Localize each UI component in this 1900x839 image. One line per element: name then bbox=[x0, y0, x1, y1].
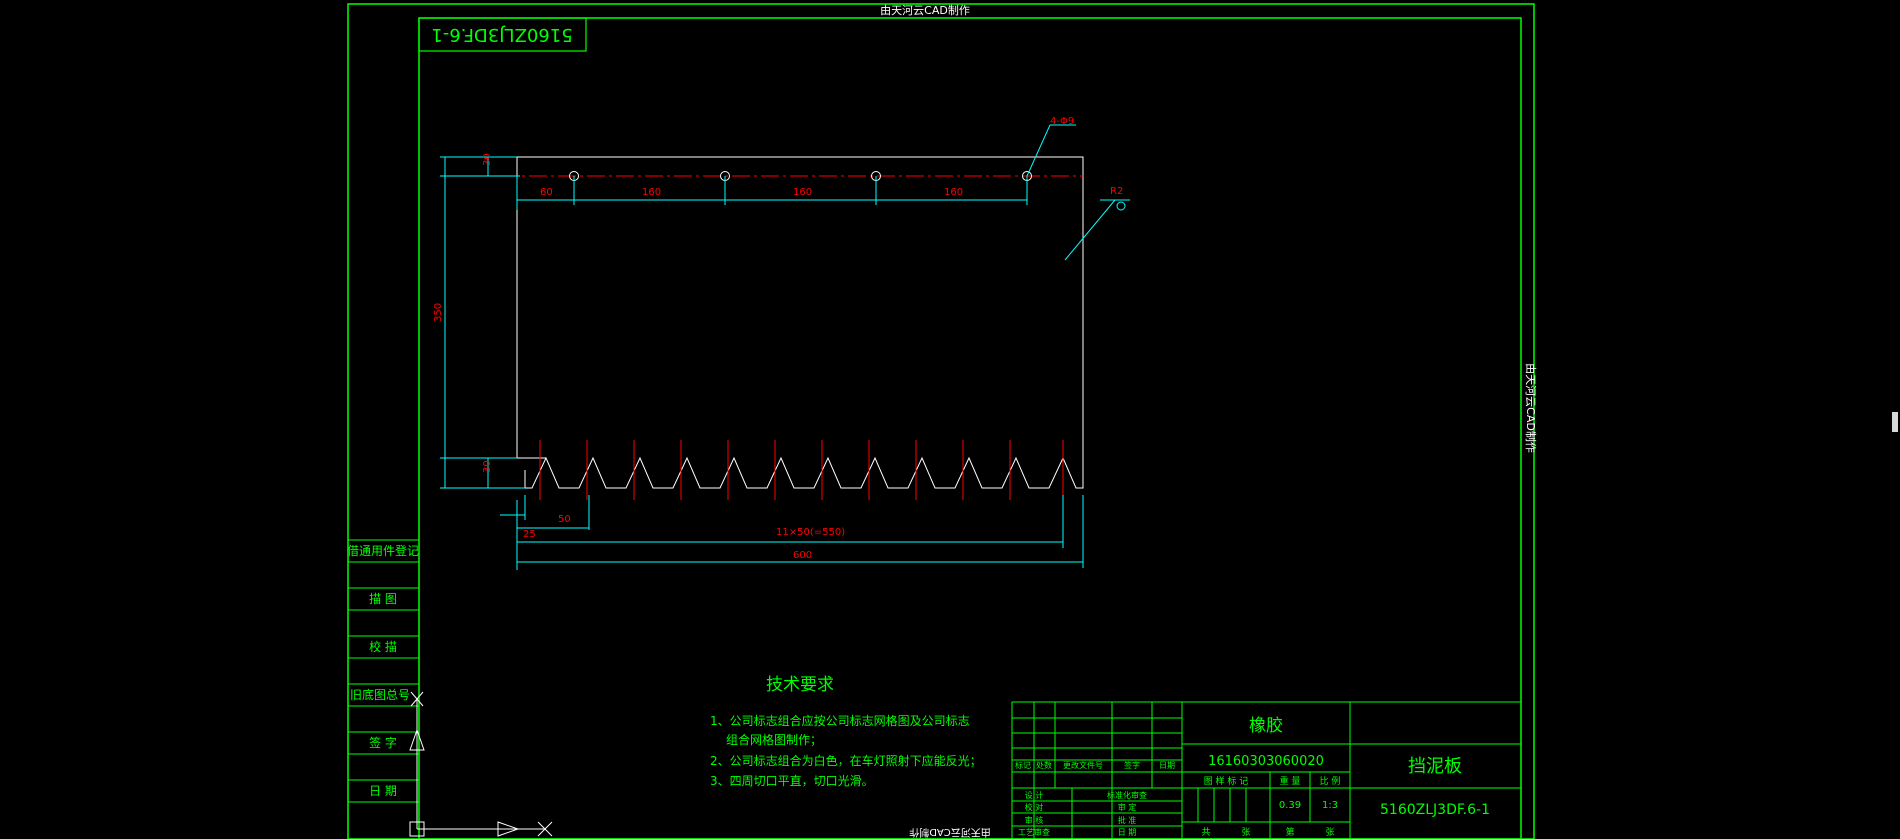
side-label-5: 签 字 bbox=[369, 735, 397, 750]
title-weight: 0.39 bbox=[1279, 800, 1301, 811]
title-sheet-total: 共 bbox=[1201, 827, 1210, 838]
rev-header-1: 标记 bbox=[1015, 760, 1031, 770]
dim-offset-first-hole: 60 bbox=[540, 187, 553, 198]
rev-header-4: 签字 bbox=[1124, 760, 1140, 770]
callout-holes: 4-Φ9 bbox=[1050, 116, 1074, 127]
side-panel: 借通用件登记 描 图 校 描 旧底图总号 签 字 日 期 bbox=[347, 539, 420, 839]
dim-pitch-2: 160 bbox=[793, 187, 812, 198]
side-label-3: 校 描 bbox=[369, 639, 397, 654]
side-label-1: 借通用件登记 bbox=[347, 543, 419, 558]
dim-height: 350 bbox=[433, 303, 444, 322]
rev-header-2: 处数 bbox=[1036, 760, 1052, 770]
dim-teeth-span: 11×50(=550) bbox=[776, 527, 845, 538]
tech-title: 技术要求 bbox=[766, 675, 834, 695]
title-scale: 1:3 bbox=[1322, 800, 1338, 811]
title-sheet-word2: 张 bbox=[1325, 827, 1334, 838]
cad-viewport[interactable]: 由天河云CAD制作 由天河云CAD制作 由天河云CAD制作 5160ZLJ3DF… bbox=[0, 0, 1900, 839]
tech-line-3: 2、公司标志组合为白色，在车灯照射下应能反光； bbox=[710, 753, 982, 768]
watermark-right: 由天河云CAD制作 bbox=[1524, 363, 1538, 453]
title-sheet-no: 张 bbox=[1241, 827, 1250, 838]
title-material: 橡胶 bbox=[1249, 716, 1283, 736]
tech-line-1: 1、公司标志组合应按公司标志网格图及公司标志 bbox=[710, 713, 970, 728]
watermark-top: 由天河云CAD制作 bbox=[880, 3, 970, 17]
scroll-handle[interactable] bbox=[1892, 412, 1898, 432]
dim-width: 600 bbox=[793, 550, 812, 561]
dim-pitch-1: 160 bbox=[642, 187, 661, 198]
part-outline[interactable] bbox=[516, 156, 1084, 489]
watermark-bottom: 由天河云CAD制作 bbox=[909, 826, 991, 839]
role2-2: 审 定 bbox=[1118, 802, 1137, 812]
drawing-canvas[interactable]: 由天河云CAD制作 由天河云CAD制作 由天河云CAD制作 5160ZLJ3DF… bbox=[0, 0, 1900, 839]
title-drawing-number: 5160ZLJ3DF.6-1 bbox=[1380, 802, 1490, 818]
rev-header-5: 日期 bbox=[1159, 761, 1175, 770]
tooth-center-marks bbox=[539, 440, 1064, 500]
title-weight-label: 重 量 bbox=[1280, 775, 1301, 787]
ucs-icon bbox=[409, 691, 553, 837]
rev-header-3: 更改文件号 bbox=[1063, 760, 1103, 770]
title-scale-label: 比 例 bbox=[1320, 775, 1341, 787]
role2-3: 批 准 bbox=[1118, 815, 1137, 825]
role2-1: 标准化审查 bbox=[1107, 790, 1147, 800]
callout-radius: R2 bbox=[1110, 186, 1123, 197]
title-part-number: 16160303060020 bbox=[1208, 754, 1324, 769]
side-label-6: 日 期 bbox=[369, 784, 397, 798]
tech-line-4: 3、四周切口平直，切口光滑。 bbox=[710, 774, 874, 788]
role-1: 设 计 bbox=[1025, 790, 1044, 800]
tech-line-2: 组合网格图制作； bbox=[726, 732, 822, 747]
side-label-4: 旧底图总号 bbox=[350, 687, 410, 702]
title-block: 橡胶 16160303060020 挡泥板 5160ZLJ3DF.6-1 图 样… bbox=[1011, 701, 1522, 839]
dim-tooth-pitch: 50 bbox=[558, 514, 571, 525]
title-mark-label: 图 样 标 记 bbox=[1204, 775, 1249, 787]
title-sheet-word: 第 bbox=[1285, 826, 1294, 838]
role-4: 工艺审查 bbox=[1018, 827, 1050, 837]
dim-left-bottom: 30 bbox=[482, 460, 493, 473]
dim-tooth-start: 25 bbox=[523, 529, 536, 540]
side-label-2: 描 图 bbox=[369, 592, 397, 606]
mirrored-code-box: 5160ZLJ3DF.6-1 bbox=[418, 17, 587, 52]
dim-left-top: 30 bbox=[482, 153, 493, 166]
role2-4: 日 期 bbox=[1118, 828, 1137, 837]
tech-requirements: 技术要求 1、公司标志组合应按公司标志网格图及公司标志 组合网格图制作； 2、公… bbox=[710, 675, 982, 788]
mirrored-code-text: 5160ZLJ3DF.6-1 bbox=[431, 24, 572, 45]
dimension-labels: 30 350 30 60 160 160 160 25 50 11×50(=55… bbox=[433, 116, 1123, 561]
dim-pitch-3: 160 bbox=[944, 187, 963, 198]
role-3: 审 核 bbox=[1025, 815, 1044, 825]
title-part-name: 挡泥板 bbox=[1408, 756, 1462, 777]
role-2: 校 对 bbox=[1025, 802, 1044, 812]
